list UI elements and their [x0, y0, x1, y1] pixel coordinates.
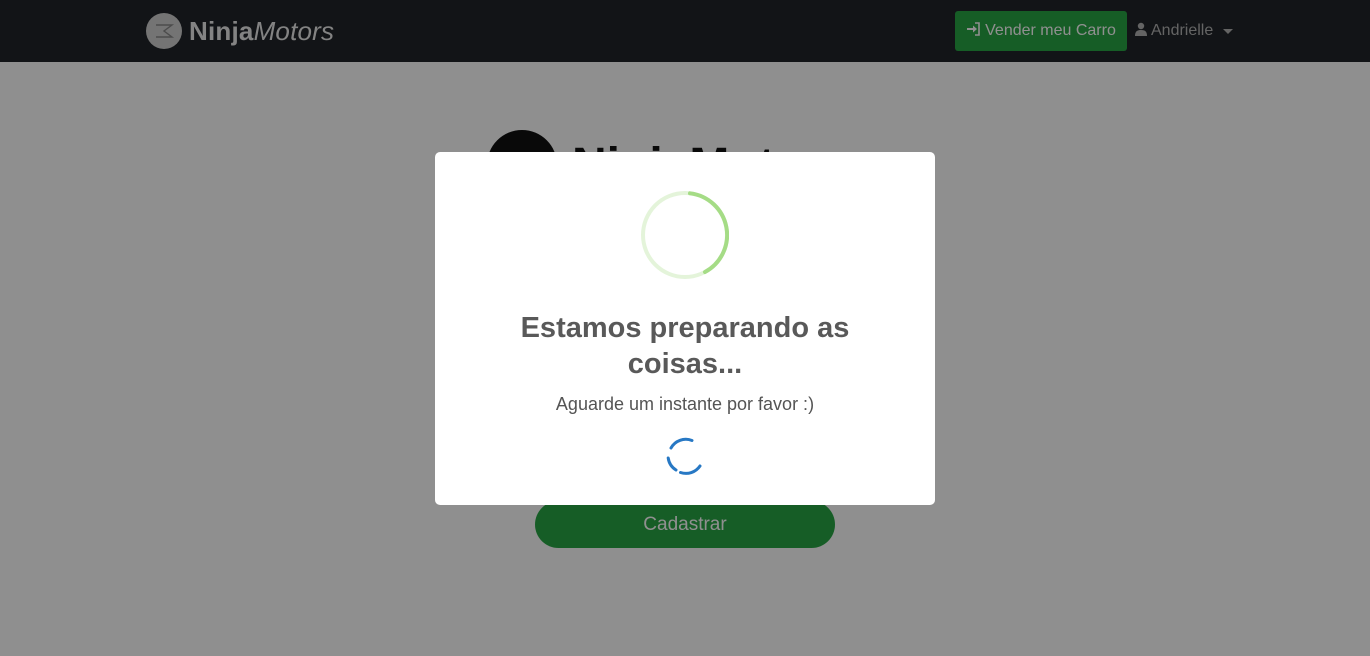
modal-message: Aguarde um instante por favor :): [555, 394, 815, 414]
loading-ring-icon: [641, 191, 729, 279]
modal-title: Estamos preparando as coisas...: [520, 312, 850, 380]
loading-modal: Estamos preparando as coisas... Aguarde …: [435, 152, 935, 505]
spinner-icon: [666, 437, 702, 475]
